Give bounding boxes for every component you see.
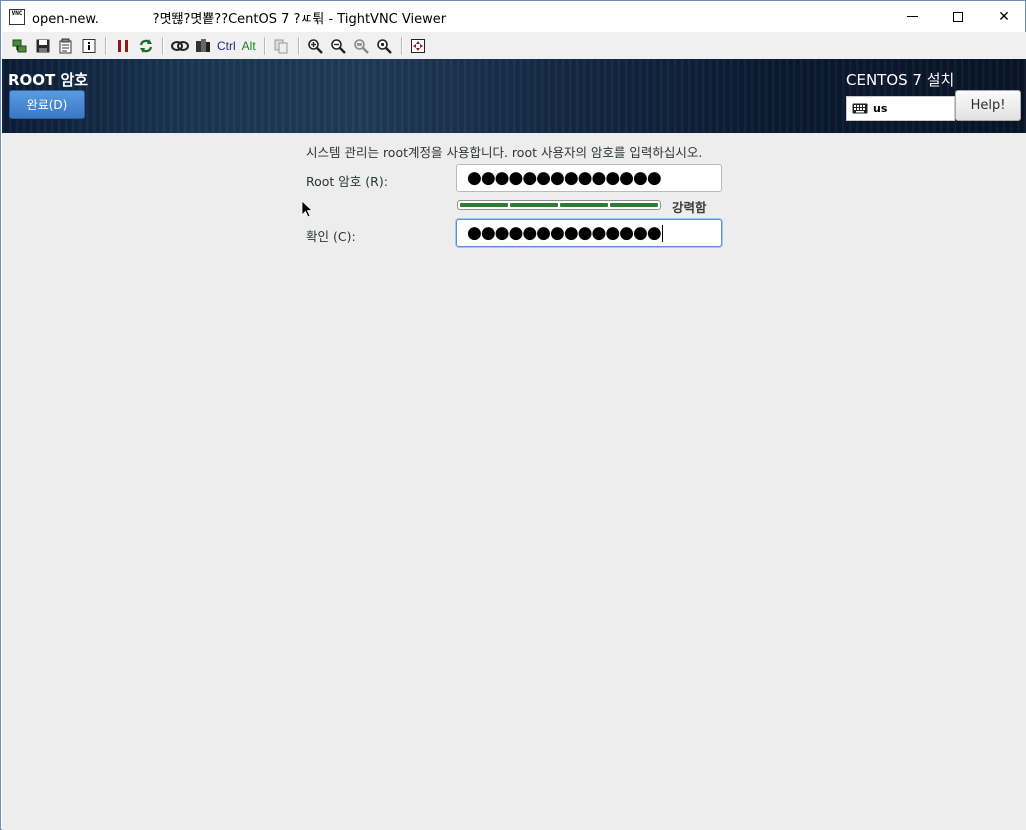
root-password-value: ●●●●●●●●●●●●●●: [467, 168, 662, 188]
ctrl-alt-del-button[interactable]: [168, 35, 191, 57]
ctrl-esc-icon: [195, 38, 210, 52]
password-strength-bar: [457, 200, 661, 210]
fullscreen-button[interactable]: [407, 35, 430, 57]
new-connection-icon: [12, 39, 26, 52]
zoom-100-icon: [354, 38, 370, 54]
done-button[interactable]: 완료(D): [9, 90, 85, 119]
copy-icon: [274, 39, 288, 53]
toolbar-separator: [400, 36, 402, 55]
maximize-icon: [953, 11, 963, 22]
text-caret: [661, 224, 663, 242]
save-button[interactable]: [31, 35, 54, 57]
product-title: CENTOS 7 설치: [846, 71, 955, 89]
copy-clipboard-button[interactable]: [270, 35, 293, 57]
ctrl-alt-del-icon: [170, 40, 189, 51]
ctrl-esc-button[interactable]: [191, 35, 214, 57]
mouse-pointer-icon: [301, 200, 313, 218]
close-button[interactable]: ✕: [981, 1, 1026, 32]
zoom-100-button[interactable]: [350, 35, 373, 57]
toolbar-separator: [263, 36, 265, 55]
zoom-out-button[interactable]: [327, 35, 350, 57]
strength-segment: [460, 203, 508, 207]
root-password-field[interactable]: ●●●●●●●●●●●●●●: [456, 164, 722, 192]
window-title: open-new. ?몃뙎?몃뿉??CentOS 7 ?ㅼ튂 - TightVN…: [32, 12, 447, 27]
fullscreen-icon: [411, 38, 426, 53]
info-icon: [82, 38, 95, 53]
confirm-password-label: 확인 (C):: [306, 229, 356, 244]
strength-segment: [510, 203, 558, 207]
ctrl-key-toggle[interactable]: Ctrl: [214, 35, 239, 57]
zoom-in-icon: [308, 38, 324, 54]
toolbar-separator: [297, 36, 299, 55]
form-description: 시스템 관리는 root계정을 사용합니다. root 사용자의 암호를 입력하…: [306, 145, 703, 160]
toolbar-separator: [105, 36, 106, 55]
new-connection-button[interactable]: [8, 35, 31, 57]
zoom-auto-icon: [377, 38, 393, 54]
title-bar: VNC open-new. ?몃뙎?몃뿉??CentOS 7 ?ㅼ튂 - Tig…: [1, 1, 1025, 32]
maximize-button[interactable]: [935, 1, 981, 32]
vnc-toolbar: Ctrl Alt: [2, 32, 1026, 59]
tightvnc-window: VNC open-new. ?몃뙎?몃뿉??CentOS 7 ?ㅼ튂 - Tig…: [0, 0, 1026, 830]
installer-header: ROOT 암호 완료(D) CENTOS 7 설치 us Help!: [2, 59, 1026, 133]
root-password-form: 시스템 관리는 root계정을 사용합니다. root 사용자의 암호를 입력하…: [2, 133, 1026, 830]
keyboard-layout-indicator[interactable]: us: [846, 96, 955, 121]
confirm-password-field[interactable]: ●●●●●●●●●●●●●●: [456, 219, 722, 247]
help-button[interactable]: Help!: [955, 90, 1021, 121]
page-title: ROOT 암호: [8, 71, 89, 89]
vnc-app-icon[interactable]: VNC: [9, 9, 25, 25]
confirm-password-value: ●●●●●●●●●●●●●●: [467, 223, 662, 243]
alt-key-toggle[interactable]: Alt: [239, 35, 259, 57]
toolbar-separator: [162, 36, 163, 55]
pause-icon: [117, 39, 128, 52]
info-button[interactable]: [77, 35, 100, 57]
zoom-out-icon: [331, 38, 347, 54]
root-password-label: Root 암호 (R):: [306, 174, 388, 189]
strength-segment: [610, 203, 658, 207]
keyboard-layout-label: us: [873, 102, 888, 115]
strength-segment: [560, 203, 608, 207]
close-icon: ✕: [998, 8, 1010, 25]
options-button[interactable]: [54, 35, 77, 57]
minimize-button[interactable]: [889, 1, 935, 32]
password-strength-label: 강력함: [672, 200, 707, 215]
refresh-button[interactable]: [134, 35, 157, 57]
keyboard-icon: [852, 103, 868, 114]
refresh-icon: [139, 38, 152, 53]
minimize-icon: [906, 16, 918, 17]
save-icon: [36, 39, 49, 52]
zoom-in-button[interactable]: [304, 35, 327, 57]
zoom-auto-button[interactable]: [373, 35, 396, 57]
options-icon: [59, 38, 71, 53]
pause-button[interactable]: [111, 35, 134, 57]
